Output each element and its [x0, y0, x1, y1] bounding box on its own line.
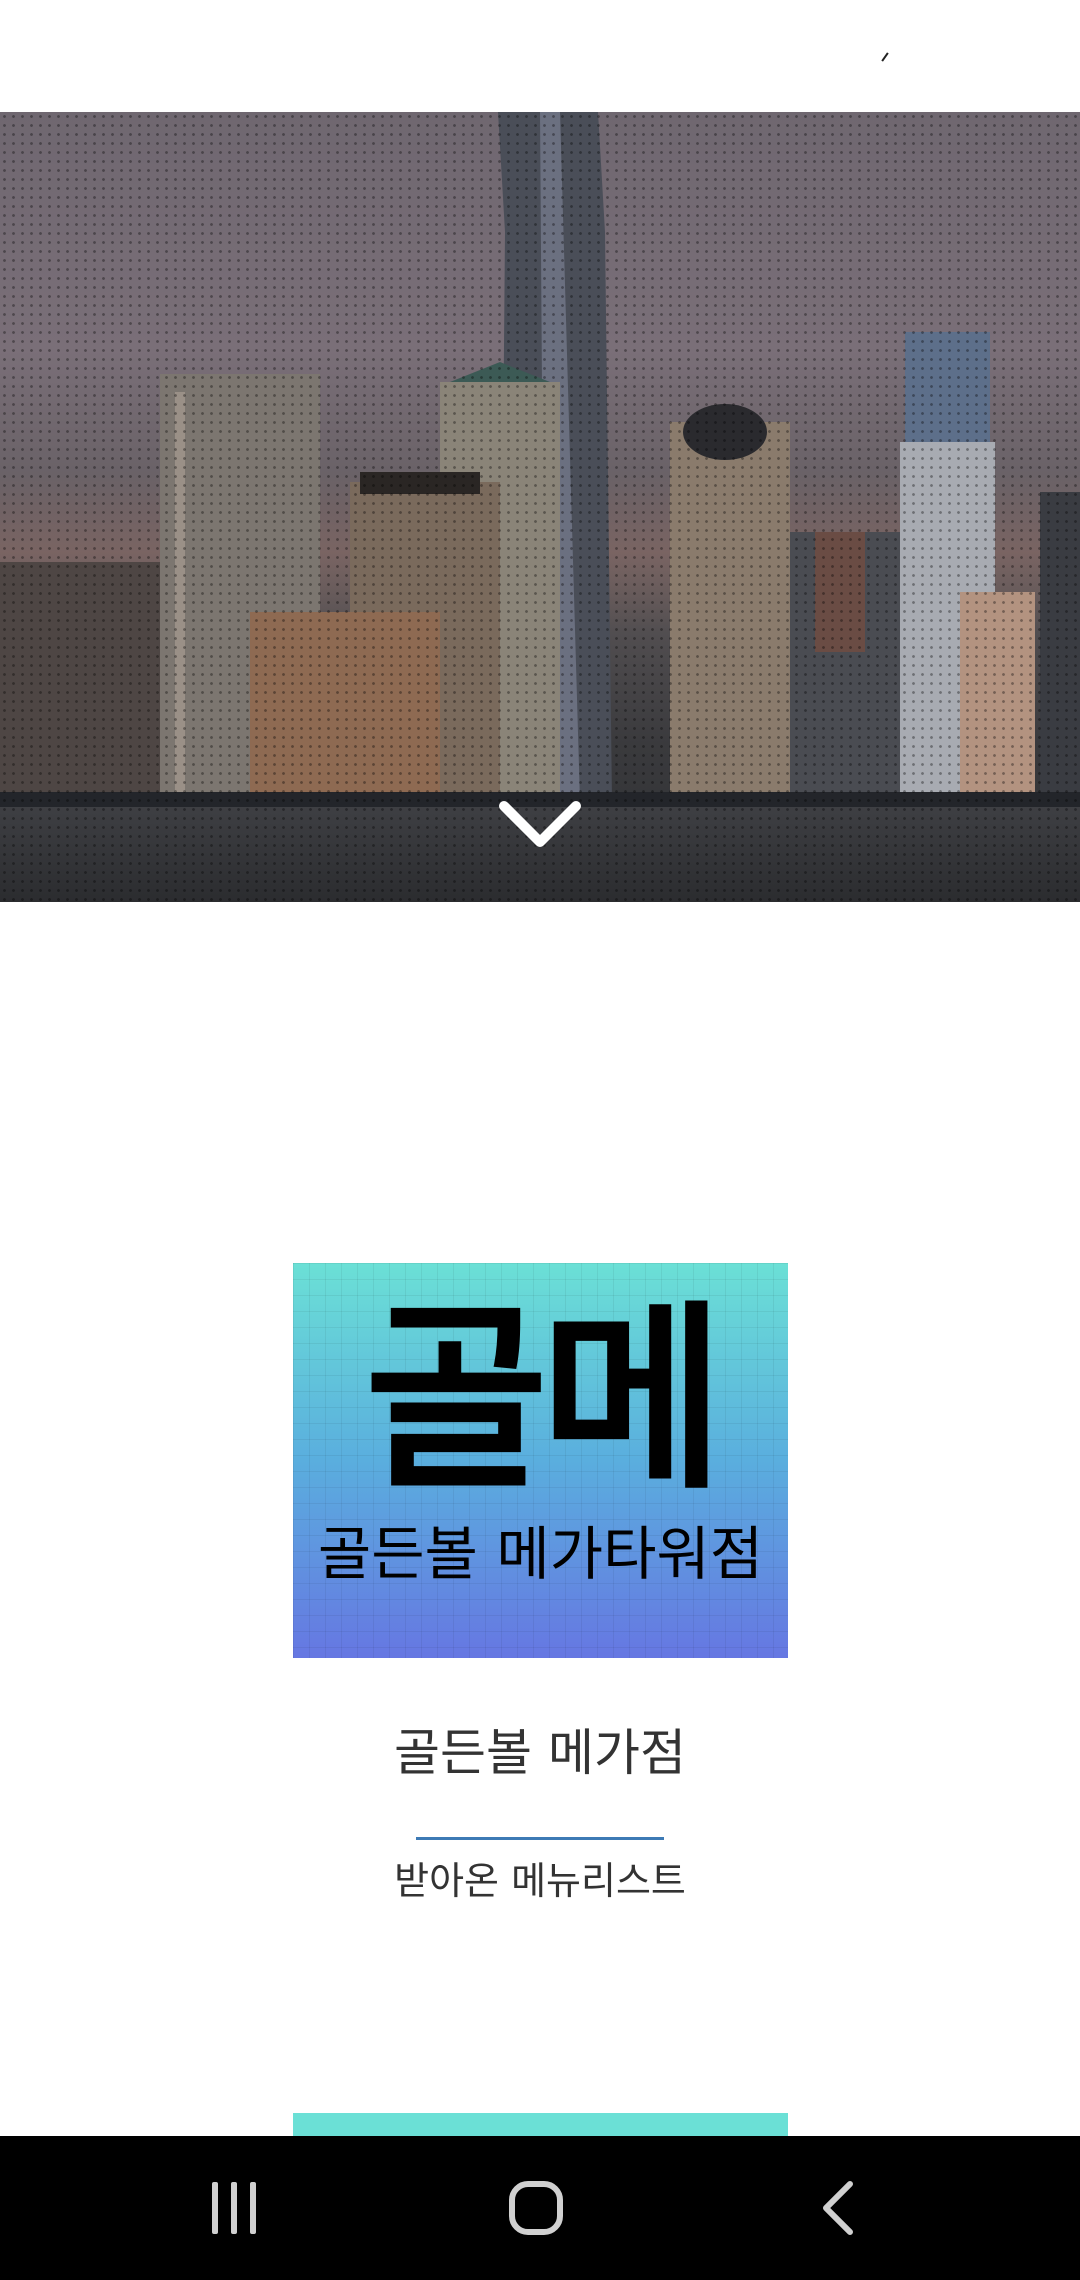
recent-apps-icon: [212, 2182, 256, 2234]
store-title: 골든볼 메가점: [394, 1724, 686, 1782]
system-nav-bar: [0, 2136, 1080, 2280]
next-menu-card[interactable]: [293, 2113, 788, 2136]
status-bar: [0, 0, 1080, 112]
home-icon: [509, 2181, 563, 2235]
menu-card-image[interactable]: 골메 골든볼 메가타워점: [293, 1263, 788, 1658]
home-button[interactable]: [456, 2136, 616, 2280]
store-caption: 받아온 메뉴리스트: [394, 1859, 686, 1903]
recent-apps-button[interactable]: [154, 2136, 314, 2280]
back-icon: [823, 2181, 853, 2235]
status-indicator: [881, 52, 889, 62]
hero-banner: [0, 112, 1080, 902]
title-divider: [416, 1837, 664, 1840]
chevron-down-icon: [499, 801, 581, 847]
back-button[interactable]: [758, 2136, 918, 2280]
scroll-down-button[interactable]: [496, 796, 584, 852]
card-logo-text: 골메: [364, 1284, 724, 1517]
card-subtitle: 골든볼 메가타워점: [317, 1520, 764, 1588]
